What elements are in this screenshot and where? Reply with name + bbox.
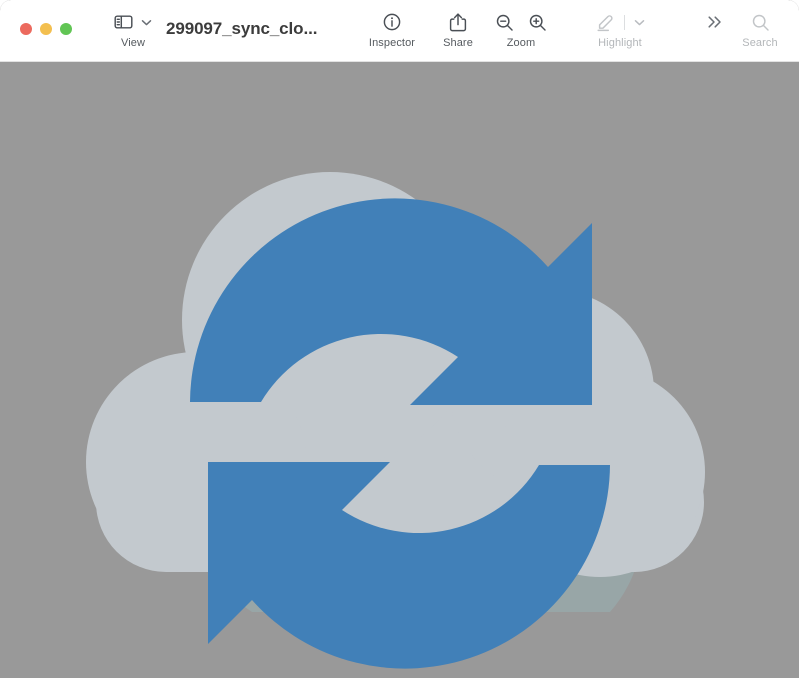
zoom-glyph-row (495, 9, 547, 35)
view-label: View (120, 37, 146, 49)
minimize-window-button[interactable] (40, 23, 52, 35)
share-glyph-row (449, 9, 467, 35)
chevron-down-icon[interactable] (140, 16, 153, 29)
close-window-button[interactable] (20, 23, 32, 35)
sidebar-icon (113, 15, 133, 29)
view-toolbar-button[interactable]: View (90, 9, 176, 57)
highlight-toolbar-button[interactable]: Highlight (565, 9, 675, 57)
inspector-label: Inspector (368, 37, 416, 49)
inspector-glyph-row (382, 9, 402, 35)
magnifier-plus-icon[interactable] (528, 13, 547, 32)
toolbar-separator (623, 14, 625, 30)
chevron-down-icon[interactable] (633, 16, 646, 29)
share-label: Share (443, 37, 473, 49)
info-circle-icon (383, 13, 401, 31)
search-toolbar-button[interactable]: Search (717, 9, 799, 57)
view-glyph-row (113, 9, 153, 35)
highlighter-pen-icon (596, 15, 613, 32)
sync-cloud-document-image (86, 172, 705, 669)
zoom-label: Zoom (506, 37, 536, 49)
highlight-label: Highlight (598, 37, 642, 49)
window-toolbar: View 299097_sync_clo... Inspector Share … (0, 0, 799, 62)
window-title: 299097_sync_clo... (166, 19, 318, 38)
preview-window: View 299097_sync_clo... Inspector Share … (0, 0, 799, 678)
maximize-window-button[interactable] (60, 23, 72, 35)
zoom-toolbar-group: Zoom (478, 9, 564, 57)
share-icon (449, 12, 467, 31)
highlight-glyph-row (595, 9, 646, 35)
search-label: Search (742, 37, 778, 49)
traffic-lights (20, 23, 72, 35)
magnifier-minus-icon[interactable] (495, 13, 514, 32)
search-icon[interactable] (751, 13, 770, 32)
document-canvas[interactable] (0, 62, 799, 678)
search-glyph-row (751, 9, 770, 35)
